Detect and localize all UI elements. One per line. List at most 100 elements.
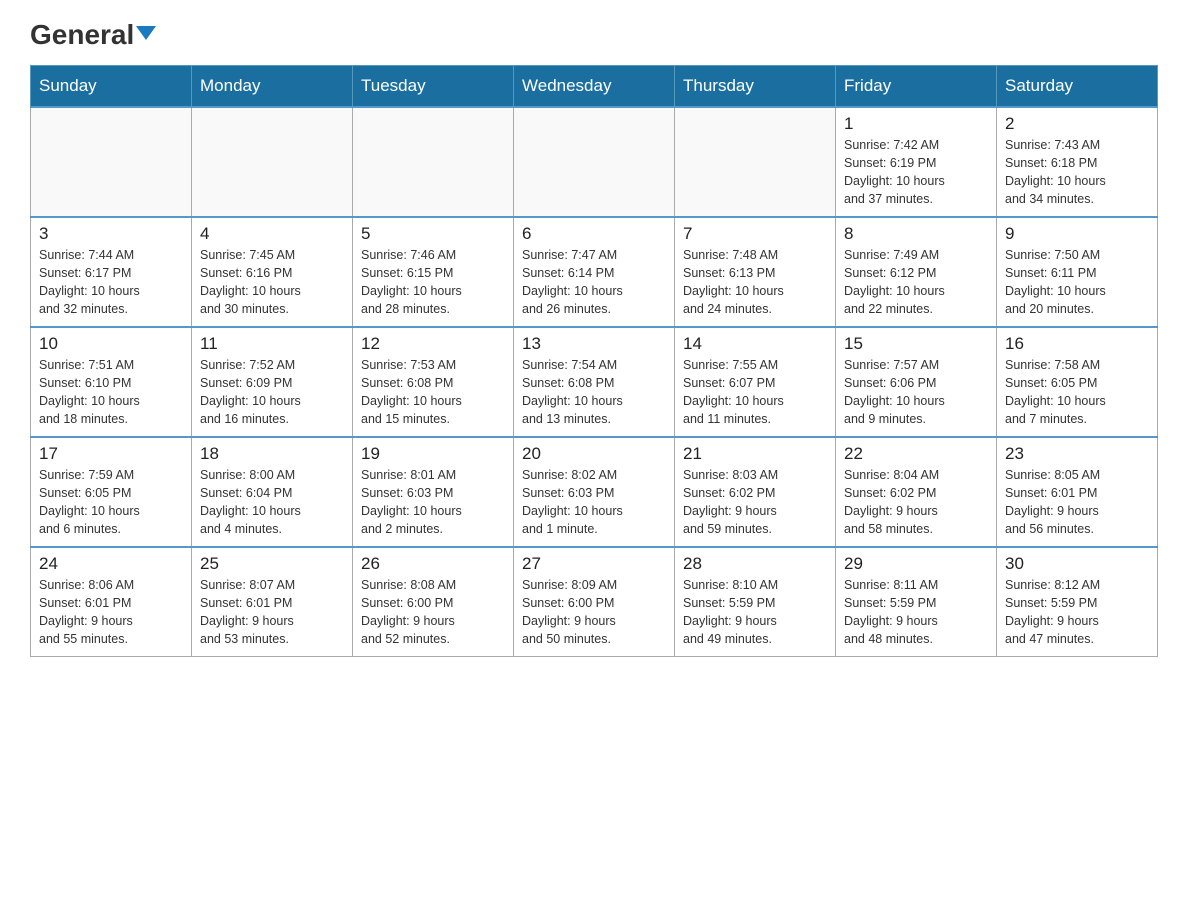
calendar-cell: 7Sunrise: 7:48 AMSunset: 6:13 PMDaylight… bbox=[675, 217, 836, 327]
calendar-cell: 24Sunrise: 8:06 AMSunset: 6:01 PMDayligh… bbox=[31, 547, 192, 657]
day-info: Sunrise: 7:59 AMSunset: 6:05 PMDaylight:… bbox=[39, 466, 183, 539]
day-info: Sunrise: 8:07 AMSunset: 6:01 PMDaylight:… bbox=[200, 576, 344, 649]
calendar-cell: 6Sunrise: 7:47 AMSunset: 6:14 PMDaylight… bbox=[514, 217, 675, 327]
calendar-cell: 26Sunrise: 8:08 AMSunset: 6:00 PMDayligh… bbox=[353, 547, 514, 657]
day-number: 2 bbox=[1005, 114, 1149, 134]
day-number: 20 bbox=[522, 444, 666, 464]
day-info: Sunrise: 7:58 AMSunset: 6:05 PMDaylight:… bbox=[1005, 356, 1149, 429]
calendar-cell: 27Sunrise: 8:09 AMSunset: 6:00 PMDayligh… bbox=[514, 547, 675, 657]
calendar-cell: 13Sunrise: 7:54 AMSunset: 6:08 PMDayligh… bbox=[514, 327, 675, 437]
day-info: Sunrise: 8:05 AMSunset: 6:01 PMDaylight:… bbox=[1005, 466, 1149, 539]
day-number: 10 bbox=[39, 334, 183, 354]
calendar-cell: 23Sunrise: 8:05 AMSunset: 6:01 PMDayligh… bbox=[997, 437, 1158, 547]
day-info: Sunrise: 8:12 AMSunset: 5:59 PMDaylight:… bbox=[1005, 576, 1149, 649]
weekday-header-monday: Monday bbox=[192, 65, 353, 107]
weekday-header-wednesday: Wednesday bbox=[514, 65, 675, 107]
day-info: Sunrise: 7:57 AMSunset: 6:06 PMDaylight:… bbox=[844, 356, 988, 429]
day-info: Sunrise: 8:00 AMSunset: 6:04 PMDaylight:… bbox=[200, 466, 344, 539]
day-info: Sunrise: 7:47 AMSunset: 6:14 PMDaylight:… bbox=[522, 246, 666, 319]
day-info: Sunrise: 8:02 AMSunset: 6:03 PMDaylight:… bbox=[522, 466, 666, 539]
day-number: 26 bbox=[361, 554, 505, 574]
week-row-3: 10Sunrise: 7:51 AMSunset: 6:10 PMDayligh… bbox=[31, 327, 1158, 437]
day-info: Sunrise: 7:46 AMSunset: 6:15 PMDaylight:… bbox=[361, 246, 505, 319]
calendar-cell: 29Sunrise: 8:11 AMSunset: 5:59 PMDayligh… bbox=[836, 547, 997, 657]
day-number: 12 bbox=[361, 334, 505, 354]
calendar-cell: 9Sunrise: 7:50 AMSunset: 6:11 PMDaylight… bbox=[997, 217, 1158, 327]
day-info: Sunrise: 8:04 AMSunset: 6:02 PMDaylight:… bbox=[844, 466, 988, 539]
day-number: 4 bbox=[200, 224, 344, 244]
calendar-cell: 17Sunrise: 7:59 AMSunset: 6:05 PMDayligh… bbox=[31, 437, 192, 547]
weekday-header-friday: Friday bbox=[836, 65, 997, 107]
day-number: 9 bbox=[1005, 224, 1149, 244]
week-row-2: 3Sunrise: 7:44 AMSunset: 6:17 PMDaylight… bbox=[31, 217, 1158, 327]
day-number: 30 bbox=[1005, 554, 1149, 574]
weekday-header-saturday: Saturday bbox=[997, 65, 1158, 107]
day-number: 11 bbox=[200, 334, 344, 354]
day-number: 19 bbox=[361, 444, 505, 464]
weekday-header-tuesday: Tuesday bbox=[353, 65, 514, 107]
day-info: Sunrise: 7:49 AMSunset: 6:12 PMDaylight:… bbox=[844, 246, 988, 319]
weekday-header-sunday: Sunday bbox=[31, 65, 192, 107]
calendar-cell: 8Sunrise: 7:49 AMSunset: 6:12 PMDaylight… bbox=[836, 217, 997, 327]
day-number: 8 bbox=[844, 224, 988, 244]
calendar-cell: 11Sunrise: 7:52 AMSunset: 6:09 PMDayligh… bbox=[192, 327, 353, 437]
day-number: 29 bbox=[844, 554, 988, 574]
calendar-cell bbox=[192, 107, 353, 217]
calendar-cell bbox=[353, 107, 514, 217]
calendar-cell: 3Sunrise: 7:44 AMSunset: 6:17 PMDaylight… bbox=[31, 217, 192, 327]
day-info: Sunrise: 8:08 AMSunset: 6:00 PMDaylight:… bbox=[361, 576, 505, 649]
calendar-cell: 5Sunrise: 7:46 AMSunset: 6:15 PMDaylight… bbox=[353, 217, 514, 327]
day-info: Sunrise: 8:06 AMSunset: 6:01 PMDaylight:… bbox=[39, 576, 183, 649]
day-number: 1 bbox=[844, 114, 988, 134]
calendar-cell: 30Sunrise: 8:12 AMSunset: 5:59 PMDayligh… bbox=[997, 547, 1158, 657]
day-info: Sunrise: 7:51 AMSunset: 6:10 PMDaylight:… bbox=[39, 356, 183, 429]
day-number: 27 bbox=[522, 554, 666, 574]
calendar-cell: 16Sunrise: 7:58 AMSunset: 6:05 PMDayligh… bbox=[997, 327, 1158, 437]
logo: General bbox=[30, 20, 156, 49]
day-number: 28 bbox=[683, 554, 827, 574]
day-info: Sunrise: 7:48 AMSunset: 6:13 PMDaylight:… bbox=[683, 246, 827, 319]
day-number: 14 bbox=[683, 334, 827, 354]
day-info: Sunrise: 7:55 AMSunset: 6:07 PMDaylight:… bbox=[683, 356, 827, 429]
calendar-table: SundayMondayTuesdayWednesdayThursdayFrid… bbox=[30, 65, 1158, 658]
day-number: 16 bbox=[1005, 334, 1149, 354]
weekday-header-row: SundayMondayTuesdayWednesdayThursdayFrid… bbox=[31, 65, 1158, 107]
page-header: General bbox=[30, 20, 1158, 49]
day-info: Sunrise: 7:53 AMSunset: 6:08 PMDaylight:… bbox=[361, 356, 505, 429]
day-info: Sunrise: 7:42 AMSunset: 6:19 PMDaylight:… bbox=[844, 136, 988, 209]
calendar-cell bbox=[514, 107, 675, 217]
day-number: 15 bbox=[844, 334, 988, 354]
week-row-5: 24Sunrise: 8:06 AMSunset: 6:01 PMDayligh… bbox=[31, 547, 1158, 657]
day-info: Sunrise: 7:50 AMSunset: 6:11 PMDaylight:… bbox=[1005, 246, 1149, 319]
day-info: Sunrise: 7:52 AMSunset: 6:09 PMDaylight:… bbox=[200, 356, 344, 429]
day-info: Sunrise: 8:10 AMSunset: 5:59 PMDaylight:… bbox=[683, 576, 827, 649]
day-info: Sunrise: 7:54 AMSunset: 6:08 PMDaylight:… bbox=[522, 356, 666, 429]
day-number: 23 bbox=[1005, 444, 1149, 464]
calendar-cell bbox=[31, 107, 192, 217]
calendar-cell: 4Sunrise: 7:45 AMSunset: 6:16 PMDaylight… bbox=[192, 217, 353, 327]
calendar-cell: 22Sunrise: 8:04 AMSunset: 6:02 PMDayligh… bbox=[836, 437, 997, 547]
calendar-cell bbox=[675, 107, 836, 217]
calendar-cell: 25Sunrise: 8:07 AMSunset: 6:01 PMDayligh… bbox=[192, 547, 353, 657]
day-info: Sunrise: 8:03 AMSunset: 6:02 PMDaylight:… bbox=[683, 466, 827, 539]
day-info: Sunrise: 8:01 AMSunset: 6:03 PMDaylight:… bbox=[361, 466, 505, 539]
day-number: 13 bbox=[522, 334, 666, 354]
day-info: Sunrise: 7:45 AMSunset: 6:16 PMDaylight:… bbox=[200, 246, 344, 319]
calendar-cell: 12Sunrise: 7:53 AMSunset: 6:08 PMDayligh… bbox=[353, 327, 514, 437]
calendar-cell: 15Sunrise: 7:57 AMSunset: 6:06 PMDayligh… bbox=[836, 327, 997, 437]
day-number: 3 bbox=[39, 224, 183, 244]
calendar-cell: 21Sunrise: 8:03 AMSunset: 6:02 PMDayligh… bbox=[675, 437, 836, 547]
day-number: 24 bbox=[39, 554, 183, 574]
week-row-4: 17Sunrise: 7:59 AMSunset: 6:05 PMDayligh… bbox=[31, 437, 1158, 547]
day-number: 7 bbox=[683, 224, 827, 244]
day-info: Sunrise: 8:11 AMSunset: 5:59 PMDaylight:… bbox=[844, 576, 988, 649]
day-number: 17 bbox=[39, 444, 183, 464]
calendar-cell: 20Sunrise: 8:02 AMSunset: 6:03 PMDayligh… bbox=[514, 437, 675, 547]
weekday-header-thursday: Thursday bbox=[675, 65, 836, 107]
calendar-cell: 19Sunrise: 8:01 AMSunset: 6:03 PMDayligh… bbox=[353, 437, 514, 547]
day-number: 5 bbox=[361, 224, 505, 244]
day-info: Sunrise: 7:44 AMSunset: 6:17 PMDaylight:… bbox=[39, 246, 183, 319]
day-number: 6 bbox=[522, 224, 666, 244]
week-row-1: 1Sunrise: 7:42 AMSunset: 6:19 PMDaylight… bbox=[31, 107, 1158, 217]
calendar-cell: 2Sunrise: 7:43 AMSunset: 6:18 PMDaylight… bbox=[997, 107, 1158, 217]
